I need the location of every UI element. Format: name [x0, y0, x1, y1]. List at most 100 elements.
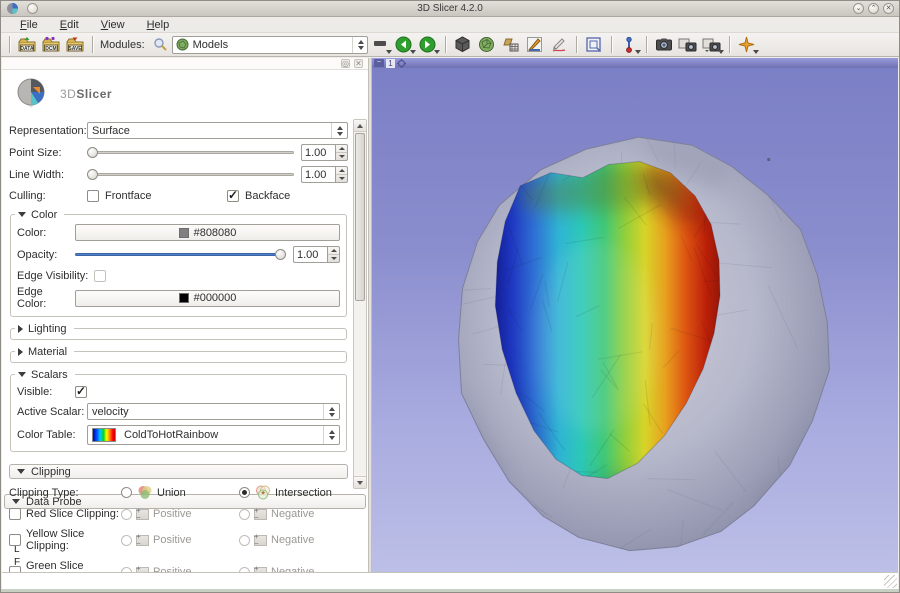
frontface-checkbox[interactable] [87, 190, 99, 202]
active-scalar-arrows [323, 404, 335, 419]
module-selector-arrows [352, 37, 364, 53]
material-section-header[interactable]: Material [15, 345, 74, 358]
close-button[interactable]: ✕ [883, 3, 894, 14]
dicom-button[interactable]: DCM [39, 34, 63, 55]
line-width-slider[interactable] [87, 168, 294, 181]
panel-close-button[interactable]: ✕ [354, 59, 363, 68]
scalars-section: Scalars Visible: Active Scalar: velocity [10, 374, 347, 452]
clipping-header[interactable]: Clipping [9, 464, 348, 479]
module-selector[interactable]: Models [172, 36, 368, 54]
line-width-value: 1.00 [305, 169, 326, 181]
active-scalar-select[interactable]: velocity [87, 403, 340, 420]
red-negative-radio[interactable] [239, 509, 250, 520]
lighting-section-header[interactable]: Lighting [15, 322, 74, 335]
view-collapse-button[interactable]: − [374, 59, 384, 67]
slider-handle[interactable] [87, 147, 98, 158]
line-width-label: Line Width: [9, 169, 87, 181]
opacity-spin-buttons[interactable] [327, 246, 340, 263]
maximize-button[interactable]: ⌃ [868, 3, 879, 14]
edge-color-picker-button[interactable]: #000000 [75, 290, 340, 307]
representation-select[interactable]: Surface [87, 122, 348, 139]
backface-label: Backface [245, 190, 290, 202]
crosshair-button[interactable] [735, 34, 759, 55]
active-scalar-label: Active Scalar: [17, 406, 87, 418]
resize-grip[interactable] [884, 575, 897, 588]
panel-undock-button[interactable]: ◎ [341, 59, 350, 68]
color-picker-button[interactable]: #808080 [75, 224, 340, 241]
union-radio[interactable] [121, 487, 132, 498]
edge-visibility-checkbox[interactable] [94, 270, 106, 282]
point-size-slider[interactable] [87, 146, 294, 159]
menu-help[interactable]: Help [136, 17, 181, 32]
module-panel-toggle-button[interactable] [368, 34, 392, 55]
view-pin-icon[interactable] [397, 59, 406, 68]
yellow-negative-label: Negative [271, 534, 314, 546]
dicom-icon: DCM [41, 36, 61, 54]
volume-rendering-button[interactable] [451, 34, 475, 55]
color-table-select[interactable]: ColdToHotRainbow [87, 425, 340, 445]
color-section-header[interactable]: Color [15, 208, 64, 221]
intersection-radio[interactable] [239, 487, 250, 498]
modules-label: Modules: [100, 39, 145, 51]
slider-handle[interactable] [275, 249, 286, 260]
backface-checkbox[interactable] [227, 190, 239, 202]
editor-icon [526, 36, 543, 53]
collapse-triangle-icon [17, 469, 25, 474]
save-button[interactable]: SAVE [63, 34, 87, 55]
intersection-label: Intersection [275, 487, 332, 499]
editor-button[interactable] [523, 34, 547, 55]
threed-canvas[interactable] [372, 68, 898, 572]
edge-color-swatch [179, 293, 189, 303]
scene-restore-button[interactable] [700, 34, 724, 55]
scalars-visible-checkbox[interactable] [75, 386, 87, 398]
line-width-spin-buttons[interactable] [335, 166, 348, 183]
color-section-title: Color [31, 209, 57, 221]
slider-handle[interactable] [87, 169, 98, 180]
red-slice-clipping-checkbox[interactable] [9, 508, 21, 520]
yellow-positive-radio[interactable] [121, 535, 132, 546]
scrollbar-down-button[interactable] [354, 476, 366, 488]
screenshot-button[interactable] [582, 34, 606, 55]
module-history-forward-button[interactable] [416, 34, 440, 55]
yellow-negative-radio[interactable] [239, 535, 250, 546]
heart-model [372, 68, 898, 572]
screenshot-icon [585, 36, 602, 53]
representation-label: Representation: [9, 125, 87, 137]
load-data-button[interactable]: DATA [15, 34, 39, 55]
logo-text-slicer: Slicer [76, 87, 112, 101]
pin-tool-button[interactable] [617, 34, 641, 55]
toolbar-separator [576, 36, 577, 53]
models-button[interactable] [475, 34, 499, 55]
toolbar-separator [92, 36, 93, 53]
scrollbar-thumb[interactable] [355, 133, 365, 301]
scrollbar-up-button[interactable] [354, 120, 366, 132]
color-table-arrows [323, 426, 335, 444]
caret-icon [434, 50, 440, 54]
red-slice-clipping-label: Red Slice Clipping: [26, 508, 119, 520]
line-width-spinbox[interactable]: 1.00 [301, 166, 335, 183]
point-size-spinbox[interactable]: 1.00 [301, 144, 335, 161]
expand-triangle-icon [18, 325, 23, 333]
module-history-back-button[interactable] [392, 34, 416, 55]
transforms-button[interactable] [499, 34, 523, 55]
scene-view-button[interactable] [676, 34, 700, 55]
opacity-value: 1.00 [297, 249, 318, 261]
minimize-button[interactable]: ⌄ [853, 3, 864, 14]
active-scalar-value: velocity [92, 406, 129, 418]
annotations-button[interactable] [547, 34, 571, 55]
menu-file[interactable]: File [9, 17, 49, 32]
toolbar-separator [9, 36, 10, 53]
menu-view[interactable]: View [90, 17, 136, 32]
capture-view-button[interactable] [652, 34, 676, 55]
menu-edit[interactable]: Edit [49, 17, 90, 32]
red-positive-label: Positive [153, 508, 192, 520]
opacity-slider[interactable] [75, 248, 286, 261]
scalars-section-header[interactable]: Scalars [15, 368, 75, 381]
point-size-spin-buttons[interactable] [335, 144, 348, 161]
red-positive-radio[interactable] [121, 509, 132, 520]
yellow-slice-clipping-checkbox[interactable] [9, 534, 21, 546]
opacity-spinbox[interactable]: 1.00 [293, 246, 327, 263]
panel-scrollbar[interactable] [353, 119, 367, 489]
edge-color-label: Edge Color: [17, 286, 75, 310]
module-search-icon[interactable] [153, 37, 168, 52]
